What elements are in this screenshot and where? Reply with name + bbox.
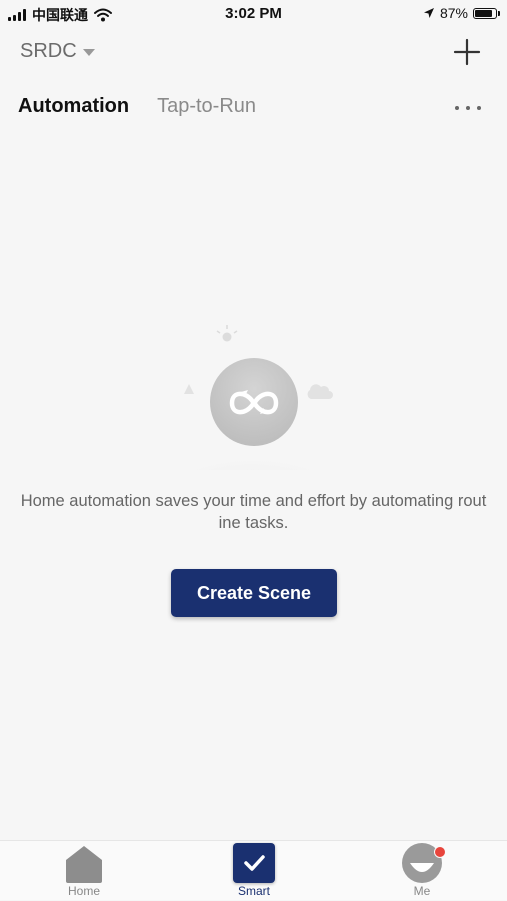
home-selector[interactable]: SRDC	[20, 40, 95, 63]
location-arrow-icon	[423, 8, 434, 18]
nav-home-label: Home	[67, 884, 100, 898]
add-button[interactable]	[453, 38, 481, 66]
home-name: SRDC	[20, 40, 77, 62]
notification-badge	[434, 846, 446, 858]
smart-check-icon	[233, 843, 275, 883]
tab-tap-to-run[interactable]: Tap-to-Run	[157, 95, 256, 118]
nav-home[interactable]: Home	[44, 841, 124, 901]
empty-state-message: Home automation saves your time and effo…	[20, 492, 487, 532]
nav-me[interactable]: Me	[382, 841, 462, 901]
tab-automation[interactable]: Automation	[18, 95, 129, 118]
more-dot	[466, 106, 470, 110]
home-icon	[66, 846, 102, 883]
plus-icon	[453, 38, 481, 66]
caret-down-icon	[82, 49, 95, 56]
battery-percentage: 87%	[439, 5, 468, 21]
sun-icon	[216, 325, 238, 342]
nav-smart-label: Smart	[237, 884, 270, 898]
more-options-button[interactable]	[455, 100, 481, 116]
empty-state-illustration	[163, 325, 343, 470]
battery-icon	[473, 7, 500, 19]
scene-tabs: Automation Tap-to-Run	[18, 95, 256, 118]
create-scene-button[interactable]: Create Scene	[171, 569, 337, 617]
more-dot	[477, 106, 481, 110]
tree-icon	[184, 384, 194, 394]
cloud-icon	[307, 384, 333, 399]
status-bar: 中国联通 3:02 PM 87%	[0, 0, 507, 28]
more-dot	[455, 106, 459, 110]
nav-me-label: Me	[413, 884, 431, 898]
nav-smart[interactable]: Smart	[214, 841, 294, 901]
battery-level	[475, 9, 493, 17]
status-right: 87%	[423, 5, 500, 21]
bottom-nav: Home Smart Me	[0, 840, 507, 900]
